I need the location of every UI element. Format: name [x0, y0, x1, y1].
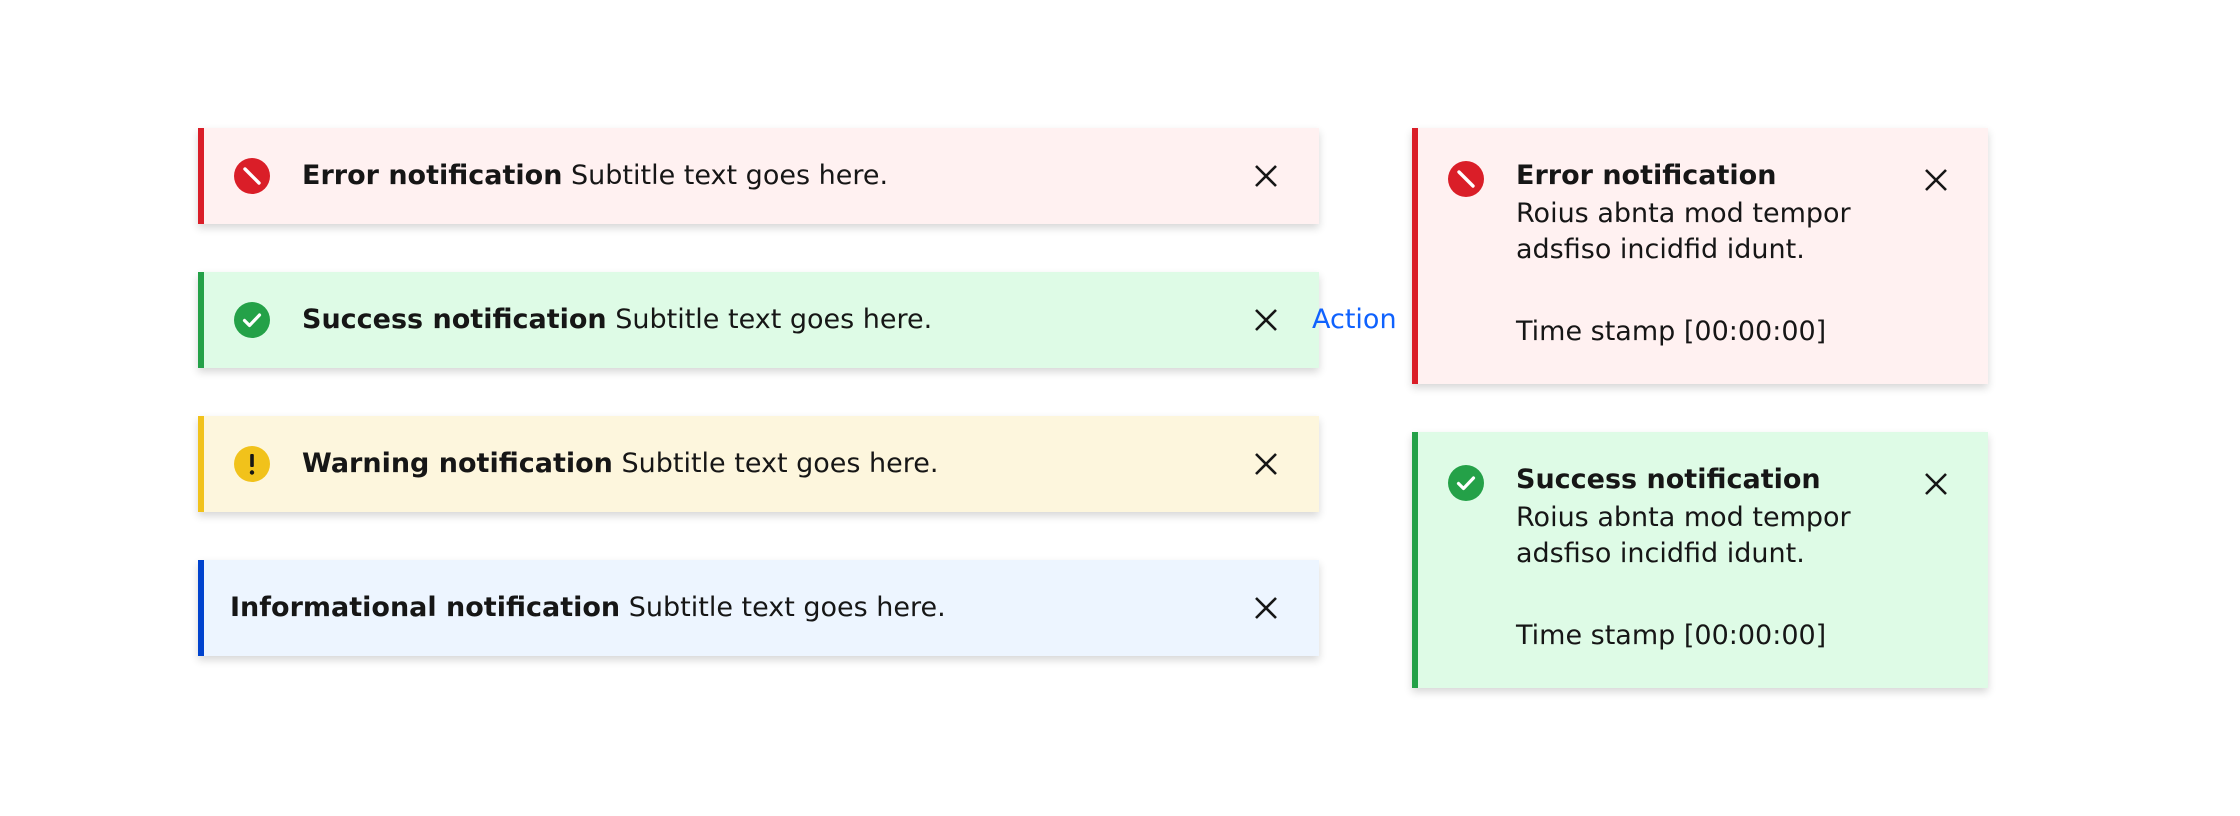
inline-notification-info: Informational notification Subtitle text…	[198, 560, 1319, 656]
close-icon[interactable]	[1922, 470, 1950, 498]
notification-title: Success notification	[302, 304, 607, 335]
status-bar	[198, 272, 204, 368]
notification-title: Warning notification	[302, 448, 613, 479]
notification-text: Success notification Subtitle text goes …	[302, 272, 932, 368]
close-icon[interactable]	[1252, 450, 1280, 478]
notification-title: Error notification	[302, 160, 563, 191]
status-bar	[1412, 432, 1418, 688]
action-button[interactable]: Action	[1312, 272, 1397, 368]
notification-text: Error notification Subtitle text goes he…	[302, 128, 888, 224]
close-icon[interactable]	[1252, 162, 1280, 190]
notification-subtitle: Subtitle text goes here.	[571, 160, 889, 191]
notification-title: Informational notification	[230, 592, 621, 623]
inline-notification-error: Error notification Subtitle text goes he…	[198, 128, 1319, 224]
status-bar	[1412, 128, 1418, 384]
error-icon	[234, 158, 270, 194]
notification-title: Success notification	[1516, 464, 1821, 495]
warning-icon	[234, 446, 270, 482]
toast-notification-error: Error notification Roius abnta mod tempo…	[1412, 128, 1988, 384]
notification-subtitle: Subtitle text goes here.	[615, 304, 933, 335]
error-icon	[1448, 161, 1484, 197]
status-bar	[198, 416, 204, 512]
timestamp: Time stamp [00:00:00]	[1516, 620, 1827, 651]
notification-subtitle: Subtitle text goes here.	[621, 448, 939, 479]
status-bar	[198, 128, 204, 224]
notification-subtitle: Roius abnta mod tempor adsfiso incidfid …	[1516, 198, 1851, 265]
checkmark-icon	[234, 302, 270, 338]
notification-subtitle: Subtitle text goes here.	[628, 592, 946, 623]
timestamp: Time stamp [00:00:00]	[1516, 316, 1827, 347]
close-icon[interactable]	[1922, 166, 1950, 194]
toast-notification-success: Success notification Roius abnta mod tem…	[1412, 432, 1988, 688]
inline-notification-success: Success notification Subtitle text goes …	[198, 272, 1397, 368]
notification-title: Error notification	[1516, 160, 1777, 191]
notification-text: Informational notification Subtitle text…	[230, 560, 946, 656]
close-icon[interactable]	[1252, 306, 1280, 334]
notification-subtitle: Roius abnta mod tempor adsfiso incidfid …	[1516, 502, 1851, 569]
close-icon[interactable]	[1252, 594, 1280, 622]
inline-notification-warning: Warning notification Subtitle text goes …	[198, 416, 1319, 512]
checkmark-icon	[1448, 465, 1484, 501]
status-bar	[198, 560, 204, 656]
notification-text: Warning notification Subtitle text goes …	[302, 416, 938, 512]
